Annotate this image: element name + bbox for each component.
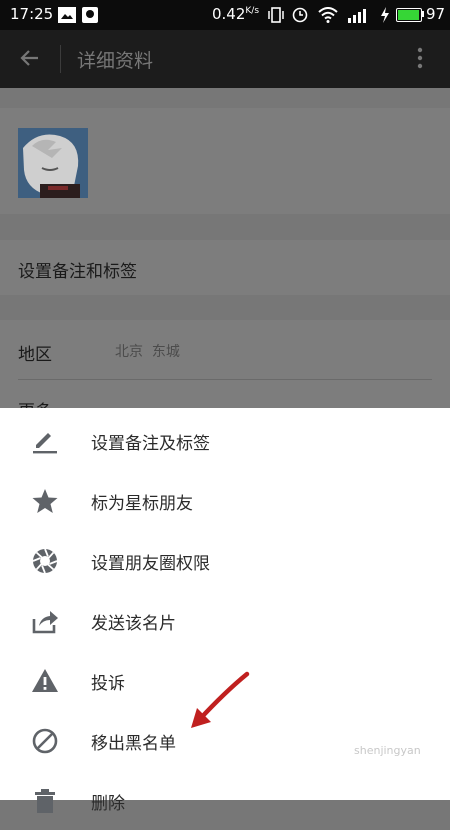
page-title: 详细资料	[77, 50, 154, 72]
info-card	[0, 320, 450, 408]
menu-item-star-friend[interactable]: 标为星标朋友	[0, 470, 450, 530]
image-notification-icon	[58, 7, 76, 27]
avatar[interactable]	[18, 128, 88, 198]
aperture-icon	[31, 547, 59, 575]
region-label: 地区	[18, 345, 52, 365]
watermark: shenjingyan	[354, 744, 421, 757]
region-value: 北京 东城	[115, 344, 180, 360]
status-bar: 17:25 0.42K/s 97	[0, 0, 450, 30]
charging-icon	[380, 7, 390, 27]
share-icon	[31, 607, 59, 635]
alarm-icon	[292, 7, 308, 27]
menu-item-edit-remark[interactable]: 设置备注及标签	[0, 410, 450, 470]
app-bar-divider	[60, 45, 61, 73]
menu-item-delete[interactable]: 删除	[0, 770, 450, 830]
menu-item-label: 设置备注及标签	[91, 434, 210, 454]
status-time: 17:25	[10, 5, 54, 23]
arrow-left-icon[interactable]	[18, 46, 42, 74]
edit-pencil-icon	[31, 427, 59, 455]
menu-item-label: 删除	[91, 794, 125, 814]
signal-icon	[348, 7, 370, 27]
battery-icon	[396, 8, 422, 22]
wifi-icon	[318, 7, 338, 27]
menu-item-label: 发送该名片	[91, 614, 176, 634]
menu-item-label: 投诉	[91, 674, 125, 694]
trash-icon	[31, 787, 59, 815]
menu-item-label: 标为星标朋友	[91, 494, 193, 514]
action-sheet: 设置备注及标签 标为星标朋友 设置朋友圈权限 发送该名片 投诉 移出黑名单 删除	[0, 408, 450, 814]
block-icon	[31, 727, 59, 755]
chat-notification-icon	[82, 7, 98, 27]
warning-icon	[31, 667, 59, 695]
vibrate-icon	[268, 7, 284, 27]
menu-item-send-card[interactable]: 发送该名片	[0, 590, 450, 650]
menu-item-label: 移出黑名单	[91, 734, 176, 754]
star-icon	[31, 487, 59, 515]
row-divider	[18, 379, 432, 380]
more-vert-icon[interactable]	[412, 46, 428, 74]
remark-row-label: 设置备注和标签	[18, 262, 137, 282]
annotation-arrow-icon	[185, 670, 251, 738]
menu-item-moments-permission[interactable]: 设置朋友圈权限	[0, 530, 450, 590]
menu-item-label: 设置朋友圈权限	[91, 554, 210, 574]
battery-percent: 97	[426, 5, 446, 23]
network-speed: 0.42K/s	[212, 5, 260, 23]
app-bar: 详细资料	[0, 30, 450, 88]
